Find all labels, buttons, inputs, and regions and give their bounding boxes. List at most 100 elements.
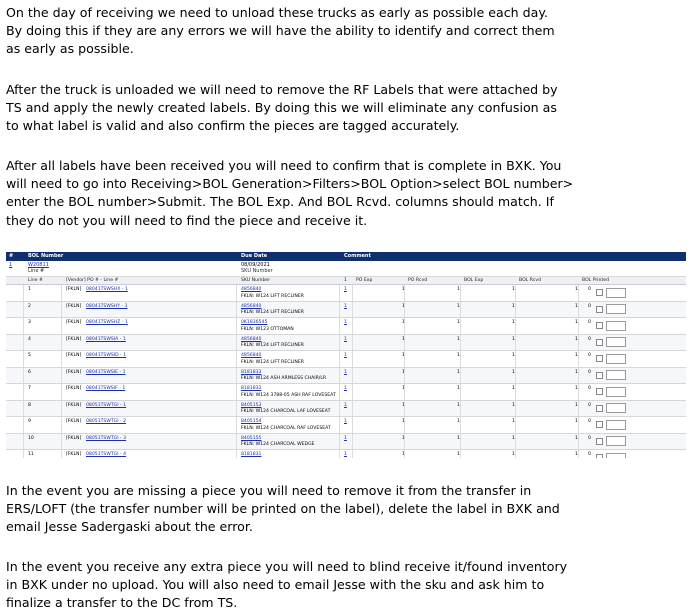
column-divider [404,384,405,400]
po-link[interactable]: 08051TSWTGI - 3 [86,436,126,441]
column-divider [61,318,62,334]
print-quantity-input[interactable] [606,403,626,413]
sku-link[interactable]: 8405155 [241,436,261,441]
po-link[interactable]: 08041TSWSIF - 1 [86,386,125,391]
column-divider [61,351,62,367]
column-divider [23,400,24,416]
label-paragraph: After the truck is unloaded we will need… [6,82,558,134]
column-divider [352,351,353,367]
sku-description: FKLN: W124 CHARCOAL LAF LOVESEAT [241,409,331,414]
po-link[interactable]: 08051TSWTGI - 4 [86,452,126,457]
col-sku: SKU Number [241,278,271,283]
print-checkbox[interactable] [596,289,603,296]
column-divider [236,334,237,350]
line-cell: 11 [28,452,34,457]
header-comment: Comment [344,253,371,259]
bol-printed-value: 0 [588,320,591,325]
sub-line-label: Line # [28,268,45,274]
print-checkbox[interactable] [596,404,603,412]
column-divider [460,285,461,301]
print-checkbox[interactable] [596,454,603,458]
qty-link[interactable]: 1 [344,419,347,424]
column-divider [339,301,340,317]
print-quantity-input[interactable] [606,419,626,430]
sku-link[interactable]: 8405153 [241,403,261,408]
column-divider [515,301,516,317]
column-divider [515,318,516,334]
column-divider [339,400,340,416]
print-quantity-input[interactable] [606,304,626,314]
column-divider [61,400,62,416]
print-quantity-input[interactable] [606,287,626,298]
po-link[interactable]: 08041TSWSIE - 1 [86,370,126,375]
bol-row[interactable]: 1 W20811 08/09/2021 Line # SKU Number [6,261,686,277]
print-checkbox[interactable] [596,338,603,346]
print-checkbox[interactable] [596,437,603,445]
table-row: 4 [FKLN] 08041TSWSIA - 1 4856840 FKLN: W124 … [6,334,686,351]
column-divider [236,450,237,458]
col-bol-rcvd: BOL Rcvd [519,278,542,283]
po-link[interactable]: 08041TSWSHY - 1 [86,304,128,309]
column-divider [23,433,24,449]
column-divider [460,318,461,334]
print-checkbox[interactable] [596,305,603,313]
sku-link[interactable]: 4856840 [241,287,261,292]
table-row: 10 [FKLN] 08051TSWTGI - 3 8405155 FKLN: W124… [6,433,686,450]
column-divider [404,367,405,383]
print-quantity-input[interactable] [606,452,626,458]
sku-link[interactable]: 4856840 [241,353,261,358]
column-divider [515,285,516,301]
sku-link[interactable]: 4856840 [241,304,261,309]
bol-row-number[interactable]: 1 [9,262,12,268]
qty-link[interactable]: 1 [344,287,347,292]
po-link[interactable]: 08051TSWTGI - 2 [86,419,126,424]
print-checkbox[interactable] [596,388,603,395]
sku-link[interactable]: 8181831 [241,452,261,457]
qty-link[interactable]: 1 [344,337,347,342]
qty-link[interactable]: 1 [344,403,347,408]
print-checkbox[interactable] [596,322,603,329]
sku-link[interactable]: 0K1836545 [241,320,267,325]
sku-description: FKLN: W124 CHARCOAL RAF LOVESEAT [241,425,331,431]
sku-link[interactable]: 8181833 [241,370,261,375]
print-checkbox[interactable] [596,355,603,362]
qty-link[interactable]: 1 [344,370,347,375]
column-divider [352,318,353,334]
column-divider [236,367,237,383]
sku-link[interactable]: 4856840 [241,337,261,342]
po-link[interactable]: 08051TSWTGI - 1 [86,403,126,408]
print-checkbox[interactable] [596,371,603,379]
qty-link[interactable]: 1 [344,353,347,358]
po-link[interactable]: 08041TSWSHX - 1 [86,287,128,292]
column-divider [515,433,516,449]
po-link[interactable]: 08041TSWSID - 1 [86,353,126,358]
print-quantity-input[interactable] [606,320,626,331]
column-divider [515,334,516,350]
po-link[interactable]: 08041TSWSIA - 1 [86,337,126,342]
column-divider [339,384,340,400]
column-divider [236,417,237,433]
column-divider [404,450,405,458]
column-divider [339,367,340,383]
vendor-cell: [FKLN] [66,303,82,309]
po-link[interactable]: 08041TSWSHZ - 1 [86,320,128,325]
qty-link[interactable]: 1 [344,436,347,441]
print-quantity-input[interactable] [606,337,626,347]
qty-link[interactable]: 1 [344,320,347,325]
sku-link[interactable]: 8181832 [241,386,261,391]
qty-link[interactable]: 1 [344,452,347,457]
column-divider [578,433,579,449]
column-divider [404,417,405,433]
print-quantity-input[interactable] [606,353,626,364]
column-divider [352,450,353,458]
qty-link[interactable]: 1 [344,386,347,391]
print-quantity-input[interactable] [606,370,626,380]
column-divider [23,384,24,400]
sku-link[interactable]: 8405154 [241,419,261,424]
print-quantity-input[interactable] [606,436,626,446]
column-divider [578,301,579,317]
print-quantity-input[interactable] [606,386,626,397]
table-row: 5 [FKLN] 08041TSWSID - 1 4856840 FKLN: W124 … [6,351,686,368]
print-checkbox[interactable] [596,421,603,428]
qty-link[interactable]: 1 [344,304,347,309]
